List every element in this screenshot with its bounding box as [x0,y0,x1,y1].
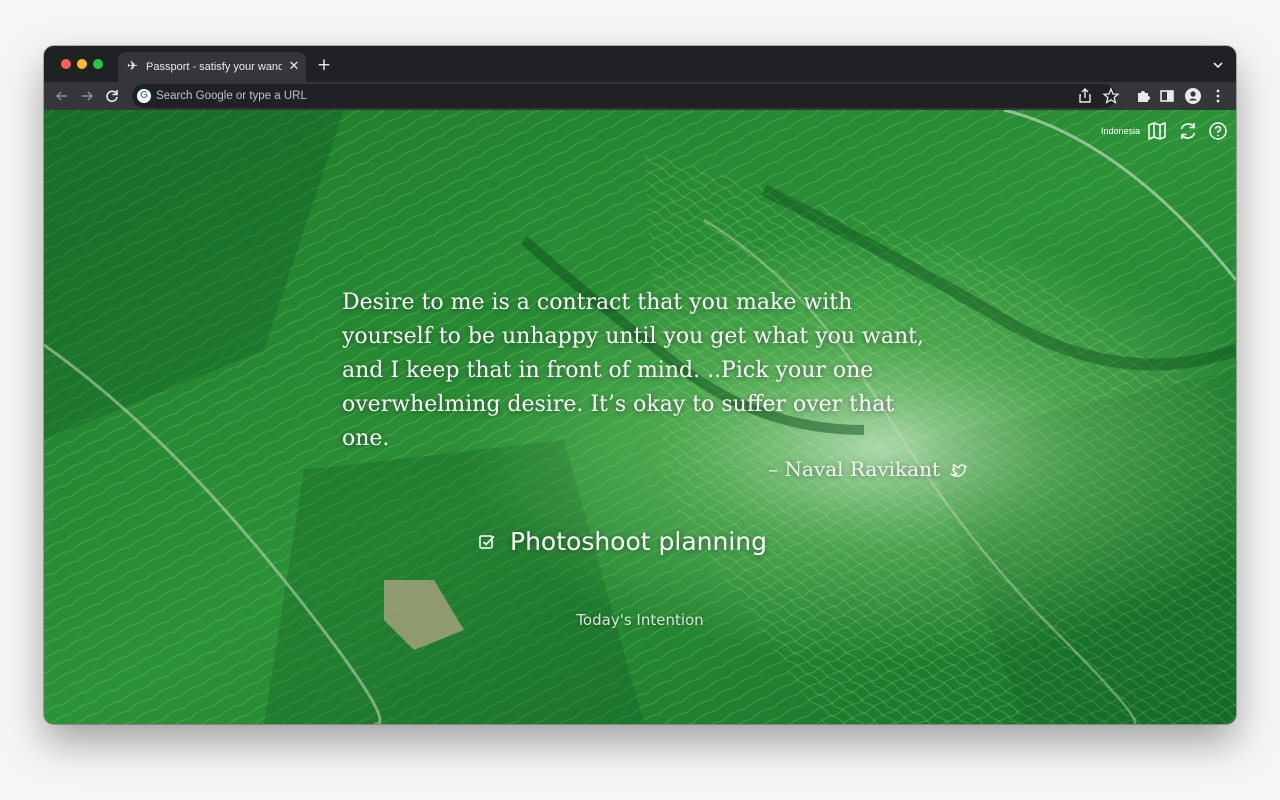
address-bar[interactable]: G [132,84,1116,108]
back-arrow-icon[interactable] [52,86,72,106]
google-icon: G [137,89,151,103]
browser-window: ✈ Passport - satisfy your wander ✕ + G S… [44,46,1236,724]
quote-author: – Naval Ravikant [768,457,940,481]
tab-passport[interactable]: ✈ Passport - satisfy your wander ✕ [118,52,306,82]
quote-text: Desire to me is a contract that you make… [342,290,924,451]
reload-icon[interactable] [102,86,122,106]
airplane-icon: ✈ [127,59,138,74]
intention-text[interactable]: Photoshoot planning [510,524,810,560]
close-icon[interactable]: ✕ [286,59,302,75]
quote-author-row: – Naval Ravikant [664,454,974,484]
map-icon[interactable] [1146,120,1168,142]
toolbar: G [44,82,1236,110]
plus-icon[interactable]: + [314,55,334,75]
twitter-icon[interactable] [948,460,968,480]
close-window-button[interactable] [61,59,71,69]
forward-arrow-icon[interactable] [77,86,97,106]
bookmark-star-icon[interactable] [1101,86,1121,106]
share-icon[interactable] [1075,86,1095,106]
refresh-icon[interactable] [1177,120,1199,142]
intention-row: Photoshoot planning [474,524,814,560]
chevron-down-icon[interactable] [1210,57,1226,73]
side-panel-icon[interactable] [1157,86,1177,106]
intention-label: Today's Intention [576,611,704,629]
profile-icon[interactable] [1183,86,1203,106]
minimize-window-button[interactable] [77,59,87,69]
tab-title: Passport - satisfy your wander [146,61,282,73]
tab-strip: ✈ Passport - satisfy your wander ✕ + [44,46,1236,82]
more-menu-icon[interactable] [1208,86,1228,106]
help-icon[interactable] [1207,120,1229,142]
maximize-window-button[interactable] [93,59,103,69]
extensions-icon[interactable] [1133,86,1153,106]
location-label: Indonesia [1100,126,1140,136]
new-tab-page: Indonesia Desire to me is a contract tha… [44,110,1236,724]
omnibox-input[interactable] [156,84,1056,108]
checkbox-icon[interactable] [478,533,496,551]
